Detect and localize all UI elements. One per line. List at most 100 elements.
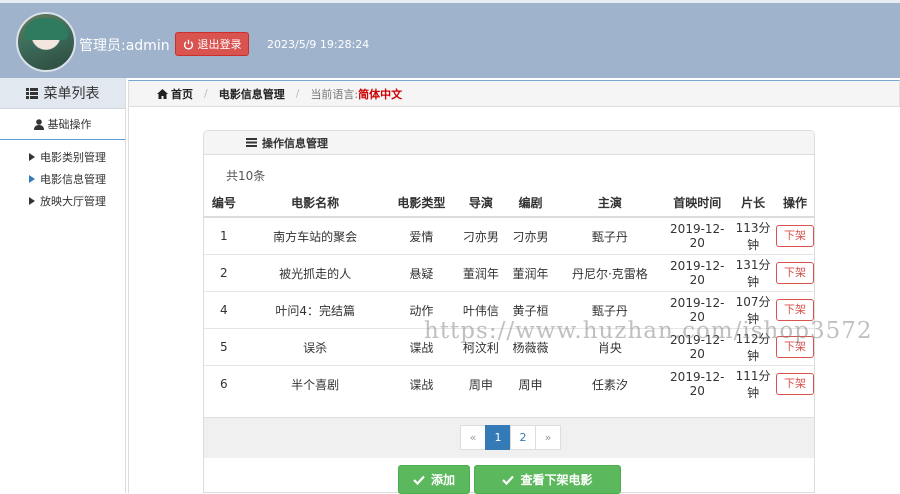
table-cell: 叶问4：完结篇 — [243, 291, 387, 329]
pagination-page[interactable]: 1 — [485, 425, 511, 450]
view-offshelf-label: 查看下架电影 — [520, 473, 593, 487]
table-cell: 113分钟 — [730, 216, 776, 255]
table-cell: 任素汐 — [555, 365, 665, 402]
table-cell: 刁亦男 — [505, 216, 556, 255]
table-cell: 半个喜剧 — [243, 365, 387, 402]
table-cell: 动作 — [386, 291, 457, 329]
table-cell: 甄子丹 — [555, 216, 665, 255]
sidebar-item-movie-info[interactable]: 电影信息管理 — [0, 168, 125, 190]
breadcrumb: 首页 / 电影信息管理 / 当前语言:简体中文 — [128, 80, 900, 107]
table-cell: 刁亦男 — [456, 216, 506, 255]
table-cell: 周申 — [456, 365, 506, 402]
caret-right-icon — [29, 197, 35, 205]
offshelf-button[interactable]: 下架 — [776, 262, 814, 284]
sidebar-item-category[interactable]: 电影类别管理 — [0, 146, 125, 168]
table-cell: 2019-12-20 — [664, 254, 731, 292]
menu-title: 菜单列表 — [43, 86, 100, 102]
table-row: 6 半个喜剧 谍战 周申 周申 任素汐 2019-12-20 111分钟 下架 — [204, 365, 814, 402]
table-cell: 杨薇薇 — [505, 328, 556, 366]
home-icon — [157, 88, 168, 99]
logout-label: 退出登录 — [197, 38, 242, 51]
pagination: « 1 2 » — [460, 425, 561, 450]
offshelf-button[interactable]: 下架 — [776, 373, 814, 395]
column-header: 首映时间 — [664, 189, 731, 218]
sidebar-item-label: 电影类别管理 — [40, 151, 106, 164]
add-label: 添加 — [430, 473, 455, 487]
column-header: 片长 — [730, 189, 776, 218]
table-cell: 谍战 — [386, 328, 457, 366]
record-count: 共10条 — [226, 169, 266, 183]
pagination-prev[interactable]: « — [460, 425, 486, 450]
column-header: 电影名称 — [243, 189, 387, 218]
table-row: 5 误杀 谍战 柯汶利 杨薇薇 肖央 2019-12-20 112分钟 下架 — [204, 328, 814, 366]
table-cell: 5 — [204, 328, 244, 366]
check-icon — [502, 475, 515, 485]
offshelf-button[interactable]: 下架 — [776, 299, 814, 321]
caret-right-icon — [29, 175, 35, 183]
table-cell: 2019-12-20 — [664, 291, 731, 329]
avatar — [16, 12, 76, 72]
table-cell: 董润年 — [505, 254, 556, 292]
power-icon — [183, 39, 193, 50]
column-header: 编号 — [204, 189, 244, 218]
table-cell: 6 — [204, 365, 244, 402]
action-cell: 下架 — [776, 291, 814, 329]
logout-button[interactable]: 退出登录 — [175, 32, 249, 56]
table-row: 4 叶问4：完结篇 动作 叶伟信 黄子桓 甄子丹 2019-12-20 107分钟 下架 — [204, 291, 814, 329]
action-cell: 下架 — [776, 365, 814, 402]
breadcrumb-separator: / — [295, 87, 300, 100]
sidebar: 菜单列表 基础操作 电影类别管理 电影信息管理 放映大厅管理 — [0, 78, 126, 493]
language-label: 当前语言: — [310, 87, 359, 101]
table-row: 2 被光抓走的人 悬疑 董润年 董润年 丹尼尔·克雷格 2019-12-20 131分钟 下架 — [204, 254, 814, 292]
table-cell: 2019-12-20 — [664, 328, 731, 366]
table-cell: 柯汶利 — [456, 328, 506, 366]
table-cell: 爱情 — [386, 216, 457, 255]
table-cell: 误杀 — [243, 328, 387, 366]
sidebar-item-hall[interactable]: 放映大厅管理 — [0, 190, 125, 212]
panel-title: 操作信息管理 — [262, 136, 328, 150]
column-header: 电影类型 — [386, 189, 457, 218]
list-icon — [246, 138, 257, 147]
sidebar-section[interactable]: 基础操作 — [0, 109, 125, 140]
add-button[interactable]: 添加 — [398, 465, 470, 494]
top-header: 管理员:admin 退出登录 2023/5/9 19:28:24 — [0, 0, 900, 78]
table-cell: 董润年 — [456, 254, 506, 292]
table-row: 1 南方车站的聚会 爱情 刁亦男 刁亦男 甄子丹 2019-12-20 113分钟 下架 — [204, 216, 814, 255]
section-label: 基础操作 — [47, 118, 92, 131]
table-cell: 南方车站的聚会 — [243, 216, 387, 255]
movie-panel: 操作信息管理 共10条 编号 电影名称 电影类型 导演 编剧 主演 首映时间 片… — [203, 130, 815, 493]
movie-table: 编号 电影名称 电影类型 导演 编剧 主演 首映时间 片长 操作 1 南方车站的聚… — [204, 189, 814, 402]
offshelf-button[interactable]: 下架 — [776, 225, 814, 247]
table-cell: 叶伟信 — [456, 291, 506, 329]
table-cell: 4 — [204, 291, 244, 329]
breadcrumb-current[interactable]: 电影信息管理 — [219, 86, 285, 102]
column-header: 导演 — [456, 189, 506, 218]
user-icon — [33, 118, 44, 130]
sidebar-item-label: 电影信息管理 — [40, 173, 106, 186]
pagination-next[interactable]: » — [535, 425, 561, 450]
offshelf-button[interactable]: 下架 — [776, 336, 814, 358]
table-cell: 丹尼尔·克雷格 — [555, 254, 665, 292]
caret-right-icon — [29, 153, 35, 161]
table-cell: 甄子丹 — [555, 291, 665, 329]
panel-header: 操作信息管理 — [204, 131, 814, 155]
table-cell: 周申 — [505, 365, 556, 402]
table-cell: 112分钟 — [730, 328, 776, 366]
table-cell: 2019-12-20 — [664, 365, 731, 402]
table-cell: 111分钟 — [730, 365, 776, 402]
column-header: 编剧 — [505, 189, 556, 218]
pagination-page[interactable]: 2 — [510, 425, 536, 450]
menu-header: 菜单列表 — [0, 78, 125, 109]
pagination-bar: « 1 2 » — [204, 417, 814, 458]
breadcrumb-home[interactable]: 首页 — [157, 86, 193, 102]
breadcrumb-separator: / — [204, 87, 208, 100]
action-cell: 下架 — [776, 328, 814, 366]
column-header: 操作 — [776, 189, 814, 218]
view-offshelf-button[interactable]: 查看下架电影 — [474, 465, 621, 494]
language-indicator: 当前语言:简体中文 — [310, 86, 402, 102]
table-cell: 被光抓走的人 — [243, 254, 387, 292]
column-header: 主演 — [555, 189, 665, 218]
table-cell: 悬疑 — [386, 254, 457, 292]
table-cell: 107分钟 — [730, 291, 776, 329]
datetime: 2023/5/9 19:28:24 — [267, 38, 370, 51]
